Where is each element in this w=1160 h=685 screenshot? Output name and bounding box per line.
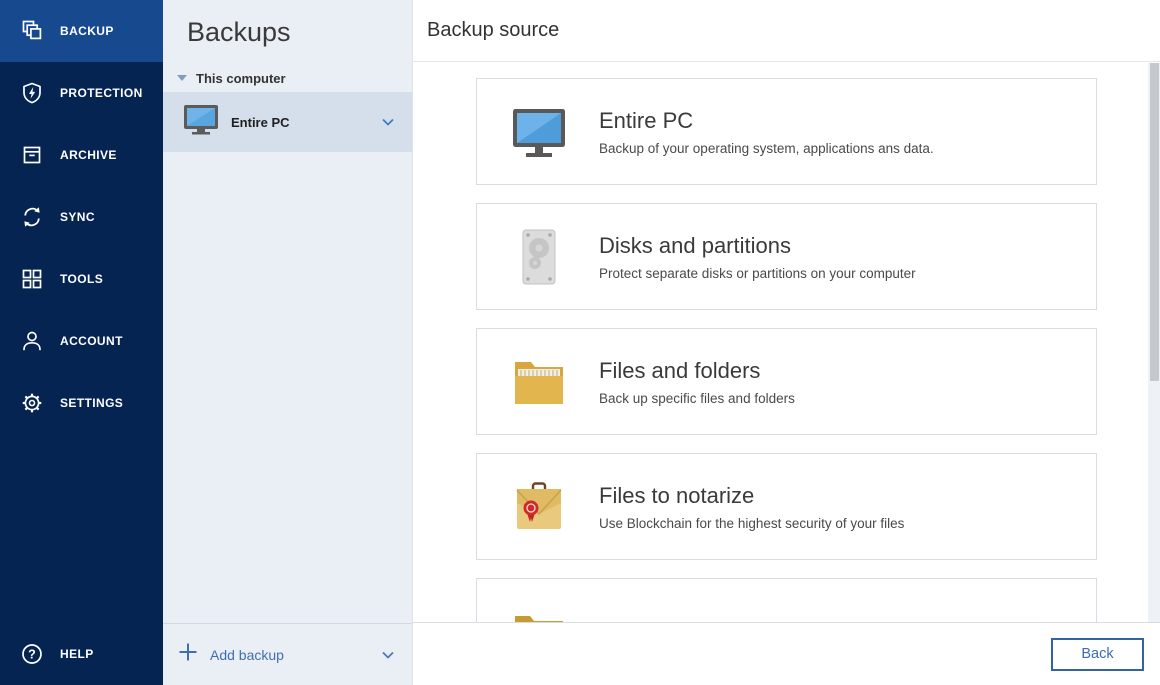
panel-spacer [163,152,412,623]
sidebar-item-settings[interactable]: SETTINGS [0,372,163,434]
sidebar-item-help[interactable]: ? HELP [0,623,163,685]
notarize-briefcase-icon [509,477,569,537]
backup-item-label: Entire PC [231,115,290,130]
svg-text:?: ? [28,647,36,661]
card-subtitle: Backup of your operating system, applica… [599,141,934,156]
sidebar-item-sync[interactable]: SYNC [0,186,163,248]
app-window: BACKUP PROTECTION ARCHIVE [0,0,1160,685]
sidebar-item-label: SYNC [60,210,95,224]
hard-disk-icon [509,227,569,287]
this-computer-group[interactable]: This computer [163,64,412,92]
sidebar-item-backup[interactable]: BACKUP [0,0,163,62]
main-sidebar: BACKUP PROTECTION ARCHIVE [0,0,163,685]
chevron-down-icon[interactable] [382,646,394,664]
scrollbar-thumb[interactable] [1150,63,1159,381]
source-card-files-to-notarize[interactable]: Files to notarize Use Blockchain for the… [476,453,1097,560]
plus-icon [178,642,198,667]
backup-squares-icon [20,19,44,43]
tools-grid-icon [20,267,44,291]
backup-source-list: Entire PC Backup of your operating syste… [413,63,1148,622]
person-icon [20,329,44,353]
folder-icon [509,352,569,412]
back-button[interactable]: Back [1051,638,1144,671]
vertical-scrollbar[interactable] [1148,63,1160,622]
card-title: Files to notarize [599,483,904,509]
source-card-files-folders[interactable]: Files and folders Back up specific files… [476,328,1097,435]
card-subtitle: Protect separate disks or partitions on … [599,266,916,281]
open-folder-icon [509,602,569,623]
source-card-disks-partitions[interactable]: Disks and partitions Protect separate di… [476,203,1097,310]
sidebar-item-tools[interactable]: TOOLS [0,248,163,310]
group-label: This computer [196,71,286,86]
sidebar-item-archive[interactable]: ARCHIVE [0,124,163,186]
sidebar-item-label: ACCOUNT [60,334,123,348]
card-subtitle: Use Blockchain for the highest security … [599,516,904,531]
add-backup-label: Add backup [210,647,284,663]
sidebar-spacer [0,434,163,623]
source-card-entire-pc[interactable]: Entire PC Backup of your operating syste… [476,78,1097,185]
sidebar-item-label: TOOLS [60,272,103,286]
collapse-triangle-icon [177,75,187,81]
monitor-icon [183,104,219,140]
chevron-down-icon[interactable] [382,113,394,131]
main-footer: Back [413,622,1160,685]
backups-panel: Backups This computer Entire PC [163,0,413,685]
question-circle-icon: ? [20,642,44,666]
sidebar-item-label: SETTINGS [60,396,123,410]
page-title: Backup source [427,19,559,42]
main-header: Backup source [413,0,1160,62]
card-title: Entire PC [599,108,934,134]
sidebar-item-protection[interactable]: PROTECTION [0,62,163,124]
source-card-maize[interactable]: MAIZE [476,578,1097,622]
shield-bolt-icon [20,81,44,105]
sidebar-item-label: PROTECTION [60,86,143,100]
sidebar-item-label: HELP [60,647,94,661]
sidebar-item-account[interactable]: ACCOUNT [0,310,163,372]
card-title: Disks and partitions [599,233,916,259]
sync-arrows-icon [20,205,44,229]
card-title: Files and folders [599,358,795,384]
add-backup-button[interactable]: Add backup [163,623,412,685]
backups-panel-title: Backups [187,13,412,51]
backup-list-item-entire-pc[interactable]: Entire PC [163,92,412,152]
card-subtitle: Back up specific files and folders [599,391,795,406]
sidebar-item-label: ARCHIVE [60,148,117,162]
monitor-icon [509,102,569,162]
archive-box-icon [20,143,44,167]
gear-icon [20,391,44,415]
sidebar-item-label: BACKUP [60,24,114,38]
main-content: Backup source Ent [413,0,1160,685]
